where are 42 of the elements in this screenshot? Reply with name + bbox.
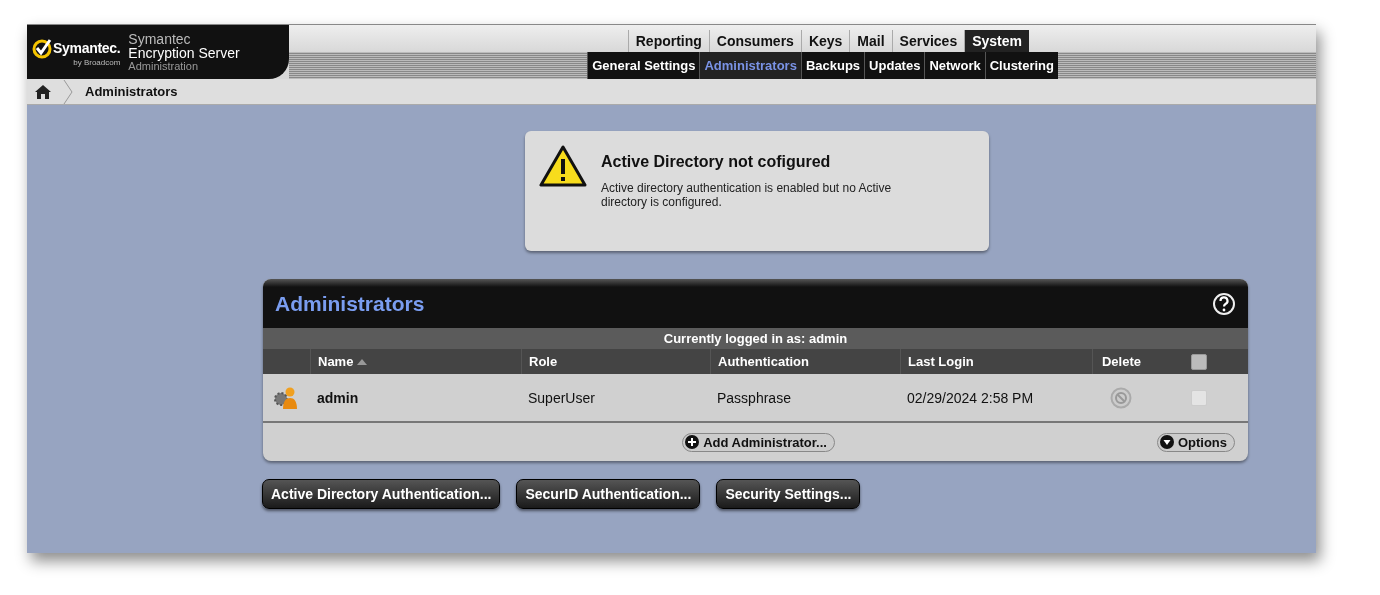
brand-name: Symantec. xyxy=(53,40,121,56)
column-header[interactable]: Role xyxy=(521,349,710,374)
product-vendor: Symantec xyxy=(128,31,191,47)
subnav-tab[interactable]: Clustering xyxy=(984,52,1058,79)
subnav-tab[interactable]: General Settings xyxy=(587,52,700,79)
action-button[interactable]: Security Settings... xyxy=(716,479,861,509)
column-header[interactable]: Last Login xyxy=(900,349,1092,374)
column-header[interactable]: Authentication xyxy=(710,349,900,374)
breadcrumb-item[interactable]: Administrators xyxy=(85,84,178,99)
caret-down-icon xyxy=(1159,435,1174,449)
checkmark-logo-icon xyxy=(31,37,53,59)
panel-title: Administrators xyxy=(275,291,425,316)
role-cell-text: SuperUser xyxy=(527,389,596,406)
help-icon[interactable] xyxy=(1212,291,1236,316)
column-header[interactable]: Name xyxy=(310,349,521,374)
action-button[interactable]: SecurID Authentication... xyxy=(516,479,701,509)
admin-name[interactable]: admin xyxy=(310,389,521,406)
product-name: Encryption Server xyxy=(128,46,240,61)
subnav-tab[interactable]: Backups xyxy=(800,52,865,79)
home-icon[interactable] xyxy=(35,84,51,99)
product-subtitle: Administration xyxy=(128,60,200,73)
brand-tagline: by Broadcom xyxy=(73,59,121,67)
last-login-cell-text: 02/29/2024 2:58 PM xyxy=(906,389,1035,406)
row-checkbox[interactable] xyxy=(1191,389,1207,406)
warning-icon xyxy=(539,145,587,187)
subnav-tab[interactable]: Updates xyxy=(864,52,925,79)
add-administrator-button[interactable]: Add Administrator... xyxy=(682,432,835,452)
logged-in-status: Currently logged in as: admin xyxy=(263,328,1248,349)
subnav-tab[interactable]: Administrators xyxy=(699,52,801,79)
column-header[interactable]: Delete xyxy=(1092,349,1150,374)
select-all-checkbox[interactable] xyxy=(1191,353,1207,370)
breadcrumb-separator-icon xyxy=(63,79,73,104)
authentication-cell-text: Passphrase xyxy=(716,389,792,406)
subnav-tab[interactable]: Network xyxy=(924,52,985,79)
alert-title: Active Directory not cofigured xyxy=(601,153,832,171)
nav-tab[interactable]: System xyxy=(964,30,1029,52)
options-button[interactable]: Options xyxy=(1156,432,1235,452)
admin-user-icon xyxy=(273,385,300,410)
prohibited-icon xyxy=(1110,386,1132,409)
plus-icon xyxy=(685,435,700,449)
alert-message: Active directory authentication is enabled but no Active directory is configured. xyxy=(601,181,893,209)
action-button[interactable]: Active Directory Authentication... xyxy=(262,479,501,509)
